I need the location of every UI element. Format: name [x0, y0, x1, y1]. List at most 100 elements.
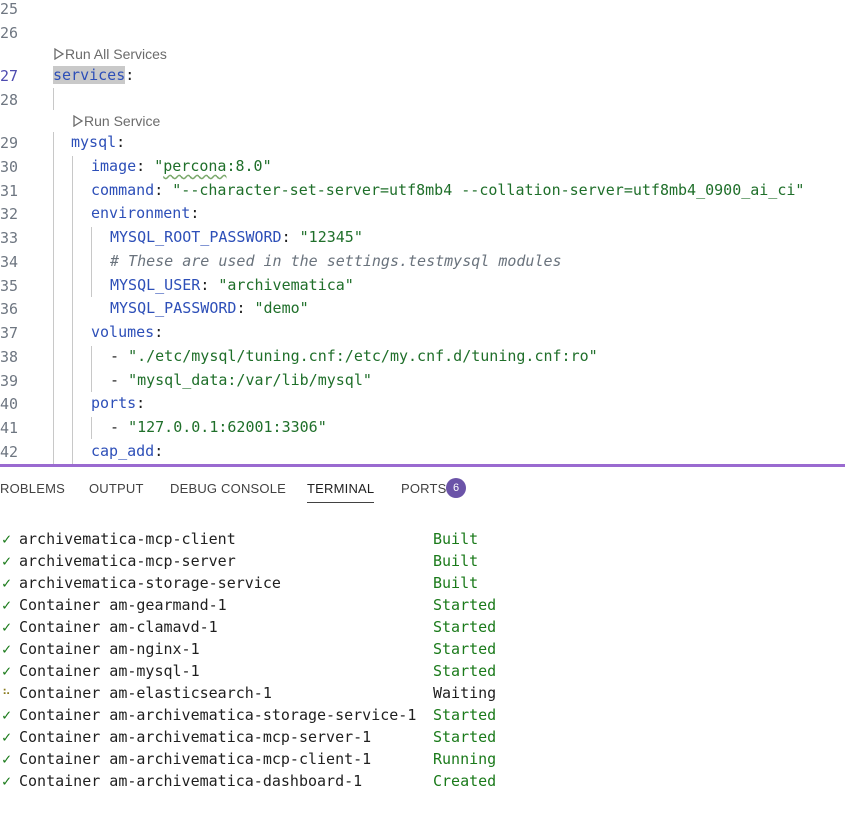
terminal-line: ✓ Container am-nginx-1 Started	[2, 640, 497, 658]
tab-terminal[interactable]: TERMINAL	[307, 481, 375, 503]
check-icon: ✓	[2, 728, 12, 746]
yaml-value: "127.0.0.1:62001:3306"	[128, 418, 327, 436]
status-text: Running	[433, 750, 497, 768]
line-number: 39	[0, 372, 19, 390]
yaml-key: MYSQL_PASSWORD	[110, 299, 237, 317]
status-text: Started	[433, 618, 497, 636]
code-line: MYSQL_USER: "archivematica"	[110, 276, 354, 294]
line-number: 42	[0, 443, 19, 461]
panel-tab-bar: ROBLEMS OUTPUT DEBUG CONSOLE TERMINAL PO…	[0, 467, 845, 507]
tab-debug-console[interactable]: DEBUG CONSOLE	[170, 481, 286, 496]
check-icon: ✓	[2, 750, 12, 768]
yaml-key: ports	[91, 394, 137, 412]
tab-output[interactable]: OUTPUT	[89, 481, 144, 496]
terminal-line: ✓ Container am-clamavd-1 Started	[2, 618, 497, 636]
check-icon: ✓	[2, 530, 12, 548]
terminal-line: ✓ archivematica-mcp-client Built	[2, 530, 479, 548]
terminal-line: ⠦ Container am-elasticsearch-1 Waiting	[2, 684, 497, 702]
line-number: 32	[0, 205, 19, 223]
check-icon: ✓	[2, 662, 12, 680]
terminal-line: ✓ Container am-gearmand-1 Started	[2, 596, 497, 614]
code-editor[interactable]: 25 26 27 28 29 30 31 32 33 34 35 36 37 3…	[0, 0, 845, 465]
terminal-line: ✓ Container am-archivematica-storage-serv…	[2, 706, 497, 724]
run-all-services-label: Run All Services	[65, 46, 167, 62]
indent-guide	[91, 346, 92, 392]
play-icon	[54, 47, 65, 61]
yaml-key: image	[91, 157, 137, 175]
tab-ports[interactable]: PORTS	[401, 481, 447, 496]
code-line: image: "percona:8.0"	[91, 157, 272, 175]
code-line: - "127.0.0.1:62001:3306"	[110, 418, 327, 436]
status-text: Started	[433, 662, 497, 680]
line-number: 27	[0, 67, 19, 85]
yaml-key: command	[91, 181, 155, 199]
yaml-value: "--character-set-server=utf8mb4 --collat…	[172, 181, 805, 199]
code-line: MYSQL_ROOT_PASSWORD: "12345"	[110, 228, 363, 246]
line-number: 36	[0, 300, 19, 318]
indent-guide	[91, 417, 92, 439]
line-number: 28	[0, 91, 19, 109]
line-number: 29	[0, 134, 19, 152]
yaml-key: MYSQL_ROOT_PASSWORD	[110, 228, 282, 246]
code-line: MYSQL_PASSWORD: "demo"	[110, 299, 309, 317]
status-text: Started	[433, 596, 497, 614]
line-number: 30	[0, 158, 19, 176]
yaml-key: cap_add	[91, 442, 155, 460]
yaml-value: "mysql_data:/var/lib/mysql"	[128, 371, 372, 389]
spinner-icon: ⠦	[2, 684, 11, 698]
status-text: Started	[433, 640, 497, 658]
code-line: mysql:	[71, 133, 126, 151]
line-number: 41	[0, 419, 19, 437]
terminal-line: ✓ archivematica-storage-service Built	[2, 574, 479, 592]
line-number: 31	[0, 182, 19, 200]
indent-guide	[91, 227, 92, 297]
code-line: volumes:	[91, 323, 164, 341]
check-icon: ✓	[2, 706, 12, 724]
indent-guide	[72, 156, 73, 465]
check-icon: ✓	[2, 596, 12, 614]
line-number: 40	[0, 395, 19, 413]
status-text: Built	[433, 530, 479, 548]
line-number: 33	[0, 229, 19, 247]
check-icon: ✓	[2, 640, 12, 658]
code-line: services:	[53, 66, 135, 84]
indent-guide	[53, 88, 54, 110]
check-icon: ✓	[2, 552, 12, 570]
terminal-line: ✓ Container am-archivematica-mcp-client-1…	[2, 750, 497, 768]
line-number: 34	[0, 253, 19, 271]
yaml-key: mysql	[71, 133, 117, 151]
yaml-value: "archivematica"	[218, 276, 354, 294]
yaml-value: "12345"	[299, 228, 363, 246]
terminal-line: ✓ Container am-archivematica-mcp-server-1…	[2, 728, 497, 746]
active-tab-indicator	[307, 502, 375, 503]
yaml-value: "demo"	[254, 299, 309, 317]
check-icon: ✓	[2, 772, 12, 790]
status-text: Waiting	[433, 684, 497, 702]
status-text: Started	[433, 728, 497, 746]
code-line: command: "--character-set-server=utf8mb4…	[91, 181, 805, 199]
check-icon: ✓	[2, 574, 12, 592]
run-service-codelens[interactable]: Run Service	[72, 113, 160, 129]
line-number: 35	[0, 277, 19, 295]
code-line: environment:	[91, 204, 200, 222]
tab-problems[interactable]: ROBLEMS	[0, 481, 65, 496]
code-line: ports:	[91, 394, 146, 412]
yaml-key: environment	[91, 204, 191, 222]
indent-guide	[53, 132, 54, 465]
code-line: cap_add:	[91, 442, 164, 460]
status-text: Built	[433, 552, 479, 570]
yaml-key: services	[53, 66, 126, 84]
check-icon: ✓	[2, 618, 12, 636]
yaml-key: MYSQL_USER	[110, 276, 201, 294]
status-text: Started	[433, 706, 497, 724]
yaml-value: percona	[163, 157, 227, 175]
line-number: 26	[0, 24, 19, 42]
line-number: 37	[0, 324, 19, 342]
ports-count-badge: 6	[446, 478, 466, 498]
status-text: Created	[433, 772, 497, 790]
run-all-services-codelens[interactable]: Run All Services	[53, 46, 167, 62]
yaml-key: volumes	[91, 323, 155, 341]
terminal-line: ✓ Container am-mysql-1 Started	[2, 662, 497, 680]
line-number: 25	[0, 0, 19, 18]
code-line: - "mysql_data:/var/lib/mysql"	[110, 371, 372, 389]
